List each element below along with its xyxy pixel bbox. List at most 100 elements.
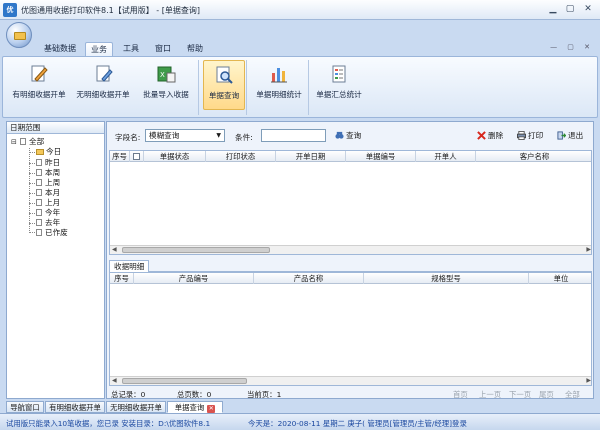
col-detail-index[interactable]: 序号	[110, 273, 134, 284]
status-trial-info: 试用版只能录入10笔收据，您已录 安装目录：D:\优图软件8.1	[6, 419, 211, 428]
menu-help[interactable]: 帮助	[182, 42, 208, 56]
ribbon-btn-simple-receipt[interactable]: 无明细收据开单	[71, 60, 135, 110]
excel-import-icon: X	[157, 66, 176, 83]
ribbon-group-billing: 有明细收据开单 无明细收据开单 X 批量导入收据	[5, 60, 199, 115]
total-records: 总记录：0	[111, 390, 146, 399]
page-icon	[36, 189, 42, 196]
maximize-icon[interactable]: ▢	[562, 3, 578, 16]
detail-grid-hscroll[interactable]: ◀ ▶	[110, 376, 591, 385]
next-page-button[interactable]: 下一页	[509, 389, 531, 400]
date-range-tab[interactable]: 日期范围	[7, 122, 104, 134]
tab-receipt-details[interactable]: 收据明细	[109, 260, 150, 272]
ribbon-btn-receipt-query[interactable]: 单据查询	[203, 60, 245, 110]
tab-receipt-query[interactable]: 单据查询 ✕	[167, 401, 223, 413]
receipt-detail-grid[interactable]: 序号 产品编号 产品名称 规格型号 单位 ◀ ▶	[109, 272, 592, 386]
col-issue-date[interactable]: 开单日期	[276, 151, 346, 162]
edit-receipt-icon	[31, 65, 48, 82]
summary-list-icon	[332, 65, 346, 83]
delete-button[interactable]: 删除	[477, 130, 503, 141]
scroll-thumb[interactable]	[122, 247, 270, 253]
detail-tab-strip: 收据明细	[109, 260, 592, 272]
open-folder-icon	[36, 149, 44, 155]
tree-collapse-icon[interactable]: ⊟	[11, 138, 17, 146]
menu-basic-data[interactable]: 基础数据	[40, 42, 80, 56]
total-pages: 总页数：0	[177, 390, 212, 399]
query-button[interactable]: 查询	[335, 130, 361, 141]
svg-text:X: X	[160, 71, 165, 79]
col-product-name[interactable]: 产品名称	[254, 273, 364, 284]
status-bar: 试用版只能录入10笔收据，您已录 安装目录：D:\优图软件8.1 今天是：202…	[0, 413, 600, 430]
ribbon-btn-detail-receipt[interactable]: 有明细收据开单	[7, 60, 71, 110]
col-product-code[interactable]: 产品编号	[134, 273, 254, 284]
scroll-left-icon[interactable]: ◀	[112, 246, 117, 254]
ribbon-btn-batch-import[interactable]: X 批量导入收据	[135, 60, 197, 110]
ribbon-btn-summary-stats[interactable]: 单据汇总统计	[311, 60, 367, 110]
tree-item-this-month[interactable]: 本月	[36, 188, 60, 198]
select-all-checkbox[interactable]	[133, 153, 140, 160]
menu-window[interactable]: 窗口	[150, 42, 176, 56]
page-icon	[36, 159, 42, 166]
window-title: 优图通用收据打印软件8.1【试用版】 - [单据查询]	[21, 6, 200, 15]
ribbon-group-query: 单据查询	[201, 60, 247, 115]
tree-item-this-year[interactable]: 今年	[36, 208, 60, 218]
close-tab-icon[interactable]: ✕	[207, 405, 216, 413]
col-select-all[interactable]	[130, 151, 144, 162]
col-receipt-status[interactable]: 单据状态	[144, 151, 206, 162]
page-icon	[36, 199, 42, 206]
menu-tools[interactable]: 工具	[118, 42, 144, 56]
tree-item-last-month[interactable]: 上月	[36, 198, 60, 208]
page-icon	[36, 169, 42, 176]
field-name-label: 字段名:	[115, 133, 141, 142]
tree-item-this-week[interactable]: 本周	[36, 168, 60, 178]
condition-label: 条件:	[235, 133, 253, 142]
exit-button[interactable]: 退出	[557, 130, 583, 141]
col-print-status[interactable]: 打印状态	[206, 151, 276, 162]
scroll-right-icon[interactable]: ▶	[586, 377, 591, 385]
menu-business[interactable]: 业务	[85, 42, 113, 56]
tab-simple-receipt[interactable]: 无明细收据开单	[106, 401, 166, 413]
new-receipt-icon	[96, 65, 113, 82]
all-pages-button[interactable]: 全部	[565, 389, 580, 400]
col-issuer[interactable]: 开单人	[416, 151, 476, 162]
tree-item-last-week[interactable]: 上周	[36, 178, 60, 188]
menu-bar: 基础数据 业务 工具 窗口 帮助	[0, 42, 600, 56]
col-customer-name[interactable]: 客户名称	[476, 151, 591, 162]
tree-item-voided[interactable]: 已作废	[36, 228, 68, 238]
field-name-select[interactable]: 模糊查询 ▼	[145, 129, 225, 142]
scroll-right-icon[interactable]: ▶	[586, 246, 591, 254]
scroll-left-icon[interactable]: ◀	[112, 377, 117, 385]
col-spec-model[interactable]: 规格型号	[364, 273, 529, 284]
col-receipt-number[interactable]: 单据编号	[346, 151, 416, 162]
ribbon-btn-detail-stats[interactable]: 单据明细统计	[251, 60, 307, 110]
status-date-user: 今天是：2020-08-11 星期二 庚子( 管理员[管理员/主管/经理]登录	[248, 419, 467, 428]
ribbon: 有明细收据开单 无明细收据开单 X 批量导入收据 单据查询 单据明细统计 单据汇…	[2, 56, 598, 118]
tree-item-yesterday[interactable]: 昨日	[36, 158, 60, 168]
current-page: 当前页：1	[247, 390, 282, 399]
dropdown-arrow-icon: ▼	[216, 132, 221, 139]
tree-item-today[interactable]: 今日	[36, 147, 61, 157]
scroll-thumb[interactable]	[122, 378, 247, 384]
printer-icon	[517, 131, 526, 140]
col-unit[interactable]: 单位	[529, 273, 591, 284]
ribbon-group-summary-stats: 单据汇总统计	[311, 60, 367, 115]
last-page-button[interactable]: 尾页	[539, 389, 554, 400]
app-logo-icon: 优	[3, 3, 17, 17]
search-document-icon	[216, 66, 233, 84]
receipt-grid-hscroll[interactable]: ◀ ▶	[110, 245, 591, 254]
page-icon	[36, 179, 42, 186]
prev-page-button[interactable]: 上一页	[479, 389, 501, 400]
condition-input[interactable]	[261, 129, 326, 142]
first-page-button[interactable]: 首页	[453, 389, 468, 400]
close-icon[interactable]: ✕	[580, 3, 596, 16]
col-index[interactable]: 序号	[110, 151, 130, 162]
tab-detail-receipt[interactable]: 有明细收据开单	[45, 401, 105, 413]
tree-item-last-year[interactable]: 去年	[36, 218, 60, 228]
tab-navigation[interactable]: 导航窗口	[6, 401, 44, 413]
page-icon	[36, 219, 42, 226]
print-button[interactable]: 打印	[517, 130, 543, 141]
tree-root-all[interactable]: 全部	[20, 137, 44, 147]
ribbon-group-detail-stats: 单据明细统计	[249, 60, 309, 115]
receipt-list-grid[interactable]: 序号 单据状态 打印状态 开单日期 单据编号 开单人 客户名称 ◀ ▶	[109, 150, 592, 255]
mdi-window-controls[interactable]: — ▢ ✕	[550, 43, 594, 51]
minimize-icon[interactable]: ▁	[545, 3, 561, 16]
